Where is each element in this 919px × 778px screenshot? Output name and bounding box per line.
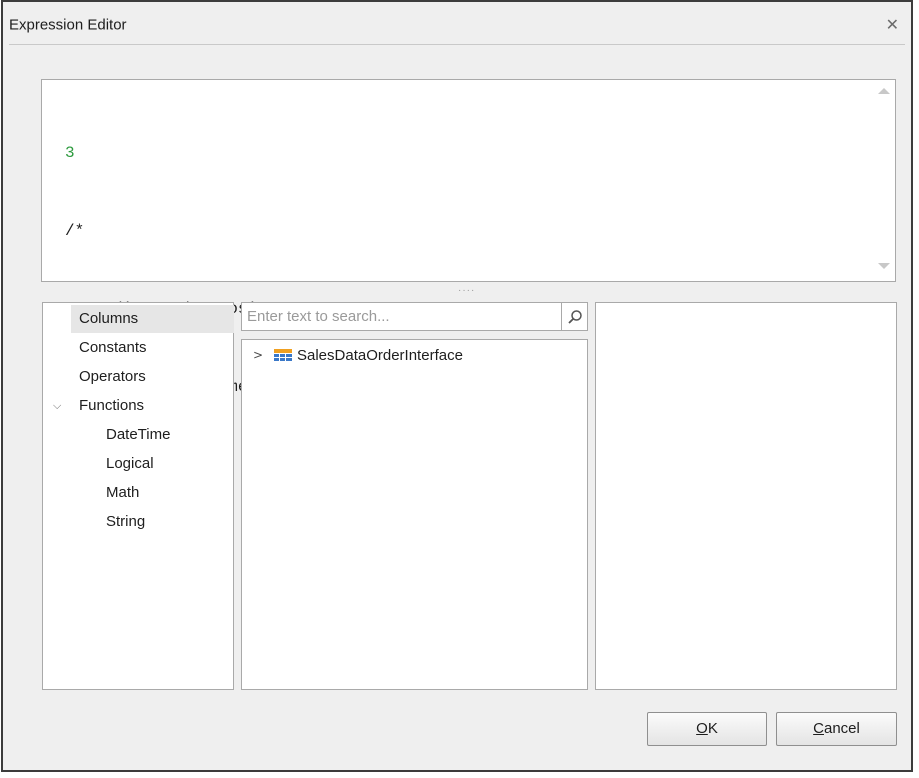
expand-arrow-icon[interactable]: > — [253, 348, 263, 362]
category-label: Columns — [79, 310, 139, 327]
scroll-up-arrow-icon[interactable] — [878, 88, 890, 94]
chevron-down-icon[interactable]: ⌵ — [53, 392, 61, 420]
expression-text-editor[interactable]: 3 /* 3 Credit Card Deposit 6 Credit Card… — [41, 79, 896, 474]
items-tree: > SalesDataOrderInterface — [241, 339, 588, 690]
category-list: Columns Constants Operators ⌵ Functions … — [42, 302, 234, 690]
search-icon — [568, 310, 582, 324]
vertical-scrollbar[interactable] — [873, 80, 895, 281]
search-button[interactable] — [561, 303, 587, 330]
tree-node-salesdataorderinterface[interactable]: > SalesDataOrderInterface — [242, 343, 587, 369]
ok-label: K — [707, 720, 718, 737]
cancel-button[interactable]: Cancel — [776, 712, 897, 746]
code-line: 3 — [65, 144, 75, 162]
items-panel: > SalesDataOrderInterface — [241, 302, 588, 690]
category-label: DateTime — [106, 426, 171, 443]
ok-mnemonic: O — [696, 720, 708, 737]
description-panel — [595, 302, 897, 690]
code-line: /* — [65, 222, 85, 240]
tree-node-label: SalesDataOrderInterface — [297, 347, 463, 364]
category-label: String — [106, 513, 146, 530]
category-label: Logical — [106, 455, 154, 472]
cancel-label: ancel — [823, 720, 860, 737]
title-bar[interactable]: Expression Editor ✕ — [3, 2, 911, 36]
dialog-title: Expression Editor — [9, 16, 127, 34]
search-input[interactable] — [247, 306, 547, 327]
cancel-mnemonic: C — [813, 720, 824, 737]
category-label: Math — [106, 484, 140, 501]
category-columns[interactable]: Columns — [71, 305, 234, 333]
category-functions[interactable]: ⌵ Functions — [43, 392, 233, 420]
scroll-down-arrow-icon[interactable] — [878, 263, 890, 269]
table-icon — [274, 349, 292, 361]
close-icon[interactable]: ✕ — [886, 18, 899, 34]
ok-button[interactable]: OK — [647, 712, 767, 746]
category-label: Constants — [79, 339, 147, 356]
category-label: Functions — [79, 397, 145, 414]
category-label: Operators — [79, 368, 146, 385]
splitter-grip[interactable]: ···· — [458, 286, 486, 296]
search-box — [241, 302, 588, 331]
